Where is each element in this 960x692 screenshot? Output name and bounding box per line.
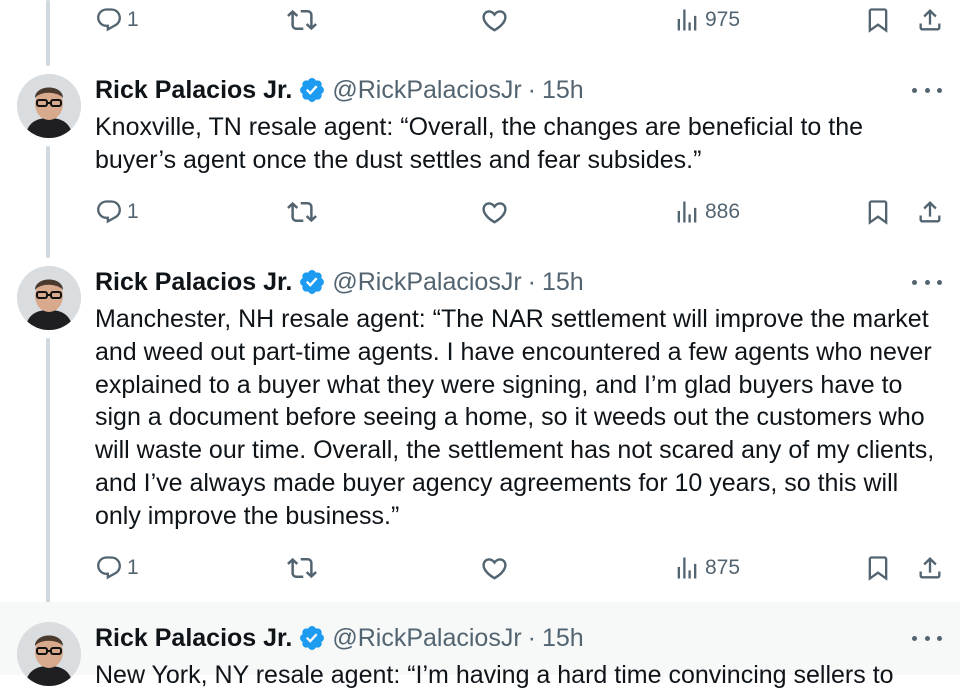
more-icon: [912, 279, 917, 285]
display-name[interactable]: Rick Palacios Jr.: [95, 268, 292, 297]
bookmark-button[interactable]: [864, 552, 892, 584]
retweet-icon: [287, 9, 317, 31]
tweet-text: New York, NY resale agent: “I’m having a…: [95, 661, 894, 689]
bookmark-button[interactable]: [864, 4, 892, 36]
retweet-button[interactable]: [287, 196, 317, 228]
avatar-image: [17, 74, 81, 138]
more-button[interactable]: [912, 80, 942, 100]
bookmark-icon: [868, 556, 888, 581]
tweet-header: Rick Palacios Jr. @RickPalaciosJr · 15h: [95, 74, 584, 106]
reply-count: 1: [127, 200, 139, 223]
share-button[interactable]: [916, 4, 944, 36]
tweet-text: Manchester, NH resale agent: “The NAR se…: [95, 305, 935, 530]
display-name[interactable]: Rick Palacios Jr.: [95, 624, 292, 653]
reply-icon: [97, 200, 121, 224]
bookmark-button[interactable]: [864, 196, 892, 228]
more-icon: [912, 87, 917, 93]
verified-badge-icon: [300, 78, 325, 102]
reply-count: 1: [127, 8, 139, 31]
handle[interactable]: @RickPalaciosJr: [332, 268, 521, 297]
views-icon: [677, 9, 697, 31]
more-button[interactable]: [912, 628, 942, 648]
share-button[interactable]: [916, 552, 944, 584]
views-button[interactable]: 886: [673, 196, 740, 228]
more-button[interactable]: [912, 272, 942, 292]
timestamp[interactable]: 15h: [542, 76, 584, 105]
views-icon: [677, 201, 697, 223]
like-button[interactable]: [480, 4, 509, 36]
retweet-icon: [287, 557, 317, 579]
heart-icon: [482, 201, 507, 224]
share-icon: [919, 201, 941, 223]
views-count: 886: [705, 200, 741, 223]
separator: ·: [527, 75, 536, 104]
verified-badge-icon: [300, 626, 325, 650]
views-button[interactable]: 975: [673, 4, 740, 36]
reply-icon: [97, 8, 121, 32]
views-count: 975: [705, 8, 741, 31]
tweet-actions: 1 975: [0, 4, 960, 36]
tweet-header: Rick Palacios Jr. @RickPalaciosJr · 15h: [95, 622, 584, 654]
share-icon: [919, 557, 941, 579]
separator: ·: [527, 267, 536, 296]
bookmark-icon: [868, 8, 888, 33]
heart-icon: [482, 557, 507, 580]
verified-badge-icon: [300, 270, 325, 294]
handle[interactable]: @RickPalaciosJr: [332, 624, 521, 653]
reply-button[interactable]: 1: [95, 196, 139, 228]
avatar[interactable]: [17, 74, 81, 138]
tweet-actions: 1 886: [0, 196, 960, 228]
views-button[interactable]: 875: [673, 552, 740, 584]
tweet-actions: 1 875: [0, 552, 960, 584]
share-button[interactable]: [916, 196, 944, 228]
share-icon: [919, 9, 941, 31]
more-icon: [912, 635, 917, 641]
reply-count: 1: [127, 556, 139, 579]
display-name[interactable]: Rick Palacios Jr.: [95, 76, 292, 105]
avatar[interactable]: [17, 266, 81, 330]
reply-icon: [97, 556, 121, 580]
tweet-header: Rick Palacios Jr. @RickPalaciosJr · 15h: [95, 266, 584, 298]
views-count: 875: [705, 556, 741, 579]
views-icon: [677, 557, 697, 579]
timestamp[interactable]: 15h: [542, 268, 584, 297]
retweet-button[interactable]: [287, 4, 317, 36]
reply-button[interactable]: 1: [95, 552, 139, 584]
like-button[interactable]: [480, 196, 509, 228]
avatar-image: [17, 622, 81, 686]
reply-button[interactable]: 1: [95, 4, 139, 36]
avatar-image: [17, 266, 81, 330]
separator: ·: [527, 623, 536, 652]
retweet-icon: [287, 201, 317, 223]
like-button[interactable]: [480, 552, 509, 584]
tweet-text: Knoxville, TN resale agent: “Overall, th…: [95, 113, 864, 174]
handle[interactable]: @RickPalaciosJr: [332, 76, 521, 105]
avatar[interactable]: [17, 622, 81, 686]
retweet-button[interactable]: [287, 552, 317, 584]
timestamp[interactable]: 15h: [542, 624, 584, 653]
bookmark-icon: [868, 200, 888, 225]
heart-icon: [482, 9, 507, 32]
